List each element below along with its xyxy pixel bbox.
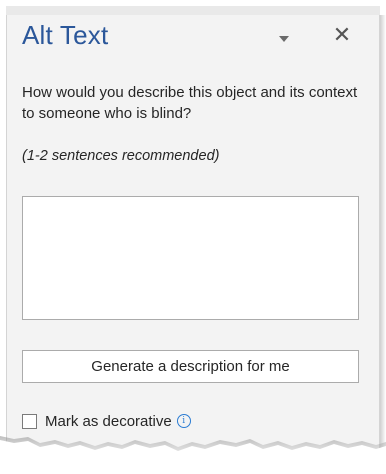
- alt-text-description-field[interactable]: [22, 196, 359, 320]
- pane-shadow: [380, 15, 386, 474]
- mark-decorative-checkbox[interactable]: [22, 413, 37, 429]
- close-button[interactable]: ✕: [331, 24, 353, 46]
- torn-paper-edge: [0, 436, 386, 474]
- ribbon-edge: [6, 6, 380, 15]
- pane-title: Alt Text: [22, 20, 109, 50]
- close-icon: ✕: [332, 22, 352, 47]
- screenshot-frame: Alt Text ✕ How would you describe this o…: [0, 0, 386, 474]
- mark-decorative-row: Mark as decorative i: [22, 411, 191, 431]
- sentence-hint: (1-2 sentences recommended): [22, 148, 220, 164]
- mark-decorative-label[interactable]: Mark as decorative: [45, 413, 172, 430]
- chevron-down-icon: [279, 36, 289, 42]
- description-prompt: How would you describe this object and i…: [22, 84, 358, 122]
- generate-description-button[interactable]: Generate a description for me: [22, 350, 359, 383]
- info-icon[interactable]: i: [176, 414, 191, 428]
- pane-options-button[interactable]: [277, 32, 291, 46]
